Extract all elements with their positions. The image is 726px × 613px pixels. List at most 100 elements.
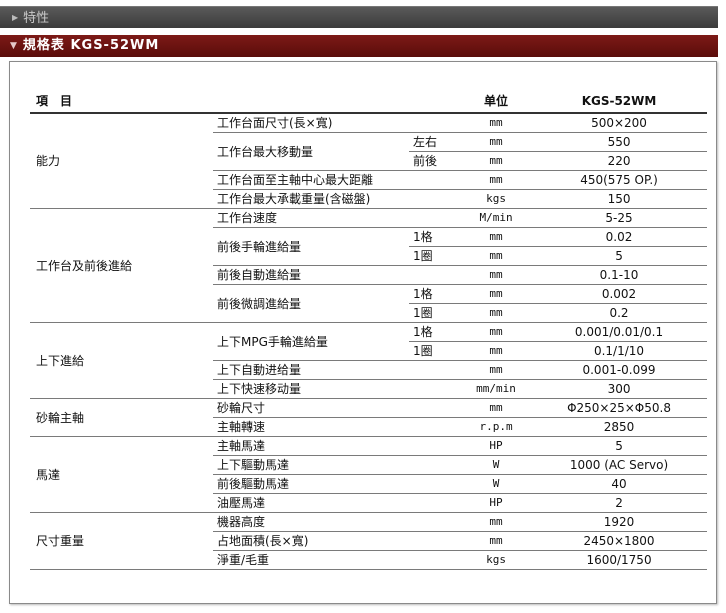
subitem-cell: 1格: [409, 284, 462, 304]
unit-cell: mm/min: [461, 379, 532, 399]
value-cell: 220: [531, 151, 708, 171]
item-cell: 主軸馬達: [213, 436, 462, 456]
item-cell: 前後驅動馬達: [213, 474, 462, 494]
value-cell: 0.001-0.099: [531, 360, 708, 380]
section-header-label: 特性: [23, 11, 50, 26]
table-body: 能力 工作台面尺寸(長×寬) mm 500×200 工作台最大移動量 左右 mm 550 前後 m…: [30, 113, 708, 570]
collapse-arrow-icon: ▼: [10, 41, 18, 51]
value-cell: 2450×1800: [531, 531, 708, 551]
value-cell: 1600/1750: [531, 550, 708, 570]
value-cell: 5: [531, 246, 708, 266]
unit-cell: kgs: [461, 189, 532, 209]
item-cell: 前後手輪進給量: [213, 227, 409, 266]
category-cell: 上下進給: [30, 322, 213, 399]
value-cell: 0.1/1/10: [531, 341, 708, 361]
unit-cell: mm: [461, 512, 532, 532]
subitem-cell: 1格: [409, 322, 462, 342]
category-cell: 尺寸重量: [30, 512, 213, 570]
category-cell: 能力: [30, 113, 213, 209]
table-row: 砂輪主軸 砂輪尺寸 mm Φ250×25×Φ50.8: [30, 398, 708, 437]
spec-table: 項 目 单位 KGS-52WM 能力 工作台面尺寸(長×寬) mm 500×200 工作…: [30, 91, 708, 570]
unit-cell: HP: [461, 493, 532, 513]
value-cell: 5-25: [531, 208, 708, 228]
table-row: 尺寸重量 機器高度 mm 1920: [30, 512, 708, 570]
unit-cell: kgs: [461, 550, 532, 570]
item-cell: 工作台最大承載重量(含磁盤): [213, 189, 462, 209]
header-item: 項 目: [30, 91, 462, 114]
expand-arrow-icon: ▶: [12, 13, 19, 22]
category-cell: 砂輪主軸: [30, 398, 213, 437]
unit-cell: mm: [461, 170, 532, 190]
value-cell: 0.001/0.01/0.1: [531, 322, 708, 342]
value-cell: 0.1-10: [531, 265, 708, 285]
table-row: 馬達 主軸馬達 HP 5: [30, 436, 708, 513]
value-cell: 0.02: [531, 227, 708, 247]
item-cell: 砂輪尺寸: [213, 398, 462, 418]
item-cell: 工作台最大移動量: [213, 132, 409, 171]
unit-cell: r.p.m: [461, 417, 532, 437]
unit-cell: mm: [461, 151, 532, 171]
item-cell: 主軸轉速: [213, 417, 462, 437]
value-cell: 150: [531, 189, 708, 209]
unit-cell: mm: [461, 398, 532, 418]
unit-cell: W: [461, 455, 532, 475]
value-cell: 0.2: [531, 303, 708, 323]
section-header-spec[interactable]: ▼ 規格表 KGS-52WM: [0, 35, 718, 57]
value-cell: 500×200: [531, 113, 708, 133]
unit-cell: mm: [461, 246, 532, 266]
item-cell: 上下MPG手輪進給量: [213, 322, 409, 361]
section-header-label: 規格表 KGS-52WM: [22, 38, 160, 53]
subitem-cell: 1格: [409, 227, 462, 247]
table-row: 工作台及前後進給 工作台速度 M/min 5-25: [30, 208, 708, 323]
item-cell: 油壓馬達: [213, 493, 462, 513]
header-model: KGS-52WM: [531, 91, 708, 114]
subitem-cell: 1圈: [409, 246, 462, 266]
item-cell: 工作台速度: [213, 208, 462, 228]
value-cell: 5: [531, 436, 708, 456]
subitem-cell: 左右: [409, 132, 462, 152]
value-cell: 450(575 OP.): [531, 170, 708, 190]
unit-cell: mm: [461, 132, 532, 152]
item-cell: 前後微調進給量: [213, 284, 409, 323]
unit-cell: mm: [461, 322, 532, 342]
table-row: 能力 工作台面尺寸(長×寬) mm 500×200: [30, 113, 708, 209]
table-header-row: 項 目 单位 KGS-52WM: [30, 91, 708, 114]
unit-cell: mm: [461, 227, 532, 247]
category-cell: 馬達: [30, 436, 213, 513]
subitem-cell: 1圈: [409, 303, 462, 323]
unit-cell: mm: [461, 360, 532, 380]
item-cell: 機器高度: [213, 512, 462, 532]
unit-cell: mm: [461, 113, 532, 133]
value-cell: 1920: [531, 512, 708, 532]
unit-cell: mm: [461, 531, 532, 551]
value-cell: 2: [531, 493, 708, 513]
value-cell: 300: [531, 379, 708, 399]
subitem-cell: 前後: [409, 151, 462, 171]
item-cell: 工作台面尺寸(長×寬): [213, 113, 462, 133]
value-cell: 40: [531, 474, 708, 494]
unit-cell: mm: [461, 284, 532, 304]
table-row: 上下進給 上下MPG手輪進給量 1格 mm 0.001/0.01/0.1: [30, 322, 708, 399]
unit-cell: W: [461, 474, 532, 494]
section-header-features[interactable]: ▶ 特性: [0, 6, 718, 28]
item-cell: 占地面積(長×寬): [213, 531, 462, 551]
category-cell: 工作台及前後進給: [30, 208, 213, 323]
unit-cell: mm: [461, 265, 532, 285]
unit-cell: mm: [461, 341, 532, 361]
value-cell: 2850: [531, 417, 708, 437]
item-cell: 上下自動进给量: [213, 360, 462, 380]
unit-cell: M/min: [461, 208, 532, 228]
value-cell: 0.002: [531, 284, 708, 304]
subitem-cell: 1圈: [409, 341, 462, 361]
item-cell: 淨重/毛重: [213, 550, 462, 570]
item-cell: 前後自動進給量: [213, 265, 462, 285]
item-cell: 上下驅動馬達: [213, 455, 462, 475]
unit-cell: HP: [461, 436, 532, 456]
value-cell: Φ250×25×Φ50.8: [531, 398, 708, 418]
header-unit: 单位: [461, 91, 532, 114]
value-cell: 1000 (AC Servo): [531, 455, 708, 475]
item-cell: 上下快速移动量: [213, 379, 462, 399]
unit-cell: mm: [461, 303, 532, 323]
value-cell: 550: [531, 132, 708, 152]
item-cell: 工作台面至主軸中心最大距離: [213, 170, 462, 190]
